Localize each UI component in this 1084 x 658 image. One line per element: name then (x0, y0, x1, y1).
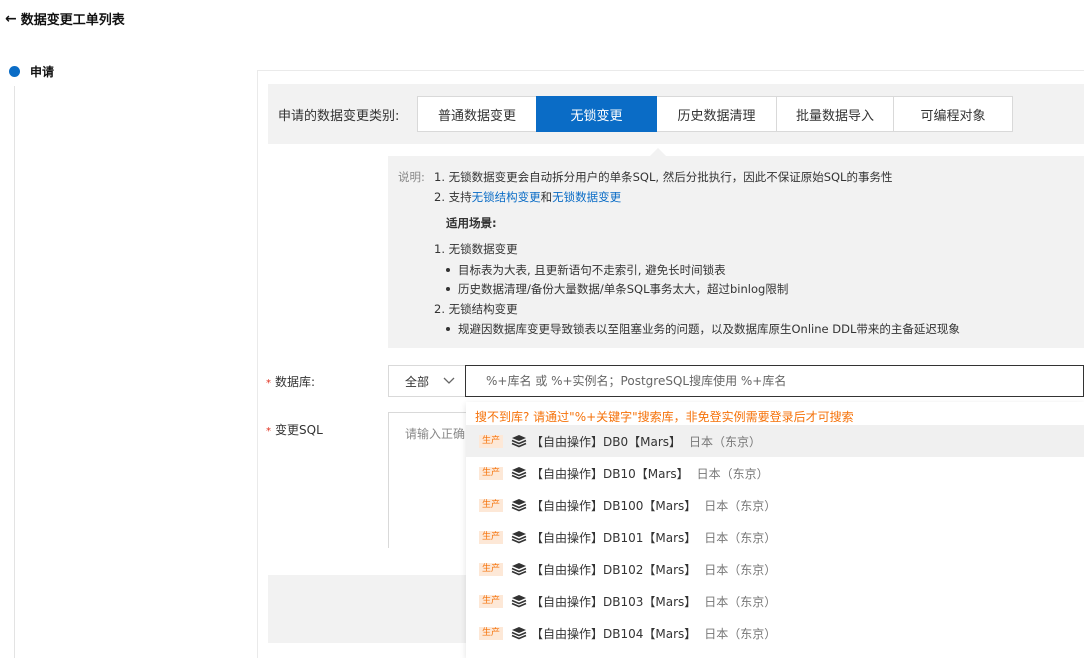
search-hint: 搜不到库? 请通过"%+关键字"搜索库，非免登实例需要登录后才可搜索 (475, 410, 854, 424)
database-stack-icon (511, 594, 531, 609)
database-label: * 数据库: (266, 373, 315, 390)
step-line (14, 86, 15, 658)
sql-label: * 变更SQL (266, 421, 323, 438)
database-search-input[interactable] (466, 366, 1083, 396)
desc-line-2-prefix: 2. 支持 (434, 190, 472, 204)
step-label: 申请 (30, 65, 55, 79)
database-option-name: 【自由操作】DB104【Mars】 (531, 626, 697, 641)
page-header: ← 数据变更工单列表 (5, 9, 125, 29)
required-mark: * (266, 426, 271, 437)
database-label-text: 数据库: (275, 375, 316, 389)
footer-bar (268, 575, 468, 643)
step-apply: 申请 (9, 63, 54, 80)
database-option-region: 日本（东京） (704, 498, 777, 513)
sql-label-text: 变更SQL (275, 423, 323, 437)
database-option-name: 【自由操作】DB100【Mars】 (531, 498, 697, 513)
link-lockless-data-change[interactable]: 无锁数据变更 (552, 190, 621, 204)
tab-lockless-change[interactable]: 无锁变更 (536, 96, 657, 132)
database-option-region: 日本（东京） (704, 530, 777, 545)
database-option[interactable]: 生产 【自由操作】DB101【Mars】 日本（东京） (466, 521, 1084, 553)
env-tag: 生产 (479, 434, 504, 448)
env-tag: 生产 (479, 498, 504, 512)
change-type-tabs: 普通数据变更 无锁变更 历史数据清理 批量数据导入 可编程对象 (417, 96, 1013, 132)
tab-history-cleanup[interactable]: 历史数据清理 (656, 96, 777, 132)
database-search-field[interactable] (465, 365, 1084, 397)
tab-batch-import[interactable]: 批量数据导入 (776, 96, 894, 132)
desc-prefix: 说明: (398, 170, 425, 184)
env-tag: 生产 (479, 594, 504, 608)
database-option[interactable]: 生产 【自由操作】DB103【Mars】 日本（东京） (466, 585, 1084, 617)
chevron-down-icon (443, 372, 455, 394)
database-stack-icon (511, 626, 531, 641)
database-dropdown: 搜不到库? 请通过"%+关键字"搜索库，非免登实例需要登录后才可搜索 生产【自由… (466, 402, 1084, 658)
change-type-label: 申请的数据变更类别: (278, 109, 400, 124)
database-option[interactable]: 生产 【自由操作】DB104【Mars】 日本（东京） (466, 617, 1084, 649)
required-mark: * (266, 378, 271, 389)
database-option-region: 日本（东京） (704, 626, 777, 641)
desc-line-1: 1. 无锁数据变更会自动拆分用户的单条SQL, 然后分批执行，因此不保证原始SQ… (434, 170, 893, 184)
database-option-name: 【自由操作】DB10【Mars】 (531, 466, 689, 481)
database-option[interactable]: 生产 【自由操作】DB0【Mars】 日本（东京） (466, 425, 1084, 457)
scenarios-title: 适用场景: (446, 216, 497, 230)
link-lockless-schema-change[interactable]: 无锁结构变更 (472, 190, 541, 204)
database-scope-value: 全部 (405, 374, 430, 389)
scenario-1-bullet-2: 历史数据清理/备份大量数据/单条SQL事务太大，超过binlog限制 (446, 281, 788, 297)
database-option[interactable]: 生产 【自由操作】DB102【Mars】 日本（东京） (466, 553, 1084, 585)
database-option-region: 日本（东京） (704, 562, 777, 577)
scenario-1-bullet-1: 目标表为大表, 且更新语句不走索引, 避免长时间锁表 (446, 262, 726, 278)
database-option-name: 【自由操作】DB103【Mars】 (531, 594, 697, 609)
env-tag: 生产 (479, 626, 504, 640)
database-option-region: 日本（东京） (704, 594, 777, 609)
description-box: 说明: 1. 无锁数据变更会自动拆分用户的单条SQL, 然后分批执行，因此不保证… (388, 156, 1084, 348)
database-option-name: 【自由操作】DB102【Mars】 (531, 562, 697, 577)
database-stack-icon (511, 530, 531, 545)
database-option[interactable]: 生产 【自由操作】DB100【Mars】 日本（东京） (466, 489, 1084, 521)
database-stack-icon (511, 434, 531, 449)
env-tag: 生产 (479, 466, 504, 480)
left-arrow-icon[interactable]: ← (5, 11, 17, 27)
tab-caret (650, 148, 666, 156)
desc-line-2: 2. 支持无锁结构变更和无锁数据变更 (434, 189, 621, 205)
scenario-1-title: 1. 无锁数据变更 (434, 242, 518, 256)
page-title: 数据变更工单列表 (20, 13, 125, 28)
database-stack-icon (511, 562, 531, 577)
sql-textarea[interactable]: 请输入正确 (388, 412, 468, 548)
database-stack-icon (511, 498, 531, 513)
database-option-name: 【自由操作】DB0【Mars】 (531, 434, 682, 449)
database-stack-icon (511, 466, 531, 481)
scenario-2-title: 2. 无锁结构变更 (434, 302, 518, 316)
scenario-2-bullet-1: 规避因数据库变更导致锁表以至阻塞业务的问题，以及数据库原生Online DDL带… (446, 321, 960, 337)
database-option[interactable]: 生产 【自由操作】DB10【Mars】 日本（东京） (466, 457, 1084, 489)
env-tag: 生产 (479, 562, 504, 576)
env-tag: 生产 (479, 530, 504, 544)
tab-programmable-object[interactable]: 可编程对象 (893, 96, 1013, 132)
database-option-region: 日本（东京） (696, 466, 769, 481)
desc-line-2-mid: 和 (540, 190, 553, 204)
database-option-name: 【自由操作】DB101【Mars】 (531, 530, 697, 545)
step-dot-icon (9, 66, 20, 77)
tab-normal-change[interactable]: 普通数据变更 (417, 96, 537, 132)
database-scope-select[interactable]: 全部 (388, 365, 466, 397)
database-option-region: 日本（东京） (689, 434, 762, 449)
